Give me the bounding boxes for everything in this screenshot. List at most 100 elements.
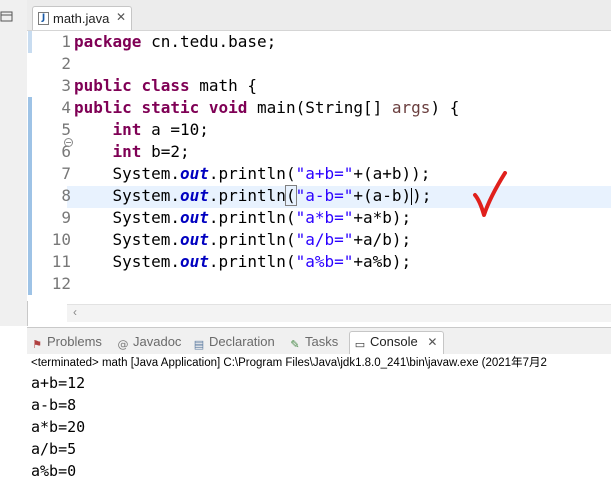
field-token: out xyxy=(179,164,209,183)
tab-declaration[interactable]: ▤ Declaration xyxy=(193,332,275,352)
red-checkmark-annotation xyxy=(473,171,507,217)
code-token: System. xyxy=(74,164,180,183)
field-token: out xyxy=(179,230,209,249)
console-icon: ▭ xyxy=(354,338,366,351)
console-output-line: a%b=0 xyxy=(31,462,77,480)
code-token: System. xyxy=(74,230,180,249)
java-file-icon: J xyxy=(38,12,49,25)
tab-tasks-label: Tasks xyxy=(305,334,339,349)
code-token: +a*b); xyxy=(353,208,412,227)
code-token: ( xyxy=(284,185,297,206)
code-token: +a/b); xyxy=(353,230,412,249)
code-line: package cn.tedu.base; xyxy=(74,31,276,53)
line-number: 12 xyxy=(51,274,71,293)
code-line: System.out.println("a+b="+(a+b)); xyxy=(74,163,431,185)
tab-tasks[interactable]: ✎ Tasks xyxy=(289,332,338,352)
code-token: args xyxy=(391,98,431,117)
line-number: 9 xyxy=(61,208,71,227)
string-token: "a-b=" xyxy=(295,186,354,205)
close-icon[interactable]: ✕ xyxy=(116,10,126,24)
tab-javadoc[interactable]: @ Javadoc xyxy=(117,332,182,352)
code-editor[interactable]: 1 2 3 4 5 6 7 8 9 10 11 12 − package cn.tedu.base; p… xyxy=(27,31,611,322)
code-token: math { xyxy=(189,76,258,95)
code-token: .println( xyxy=(208,164,296,183)
console-output-line: a*b=20 xyxy=(31,418,86,436)
left-panel-edge xyxy=(0,0,28,326)
line-number: 10 xyxy=(51,230,71,249)
field-token: out xyxy=(179,186,209,205)
code-line: System.out.println("a-b="+(a-b)); xyxy=(74,185,431,207)
keyword-token: public xyxy=(74,76,132,95)
tab-console[interactable]: ▭ Console ✕ xyxy=(349,331,445,355)
line-number: 2 xyxy=(61,54,71,73)
string-token: "a%b=" xyxy=(295,252,354,271)
tab-math-java[interactable]: J math.java ✕ xyxy=(32,6,132,30)
code-token: main(String[] xyxy=(247,98,392,117)
bottom-view-tab-bar: ⚑ Problems @ Javadoc ▤ Declaration ✎ Tasks ▭… xyxy=(27,327,611,355)
code-token: ); xyxy=(412,186,432,205)
code-token: System. xyxy=(74,208,180,227)
console-output-line: a+b=12 xyxy=(31,374,86,392)
keyword-token: int xyxy=(112,120,142,139)
code-line: System.out.println("a/b="+a/b); xyxy=(74,229,412,251)
console-output-line: a/b=5 xyxy=(31,440,77,458)
keyword-token: void xyxy=(208,98,248,117)
code-token: a =10; xyxy=(141,120,209,139)
close-icon[interactable]: ✕ xyxy=(427,335,437,349)
keyword-token: class xyxy=(141,76,190,95)
code-token: +(a+b)); xyxy=(353,164,431,183)
code-token: System. xyxy=(74,186,180,205)
field-token: out xyxy=(179,252,209,271)
fold-collapse-icon[interactable]: − xyxy=(64,138,73,147)
editor-tab-bar: J math.java ✕ xyxy=(27,0,611,31)
code-line: int a =10; xyxy=(74,119,209,141)
console-output-line: a-b=8 xyxy=(31,396,77,414)
tasks-icon: ✎ xyxy=(290,338,300,351)
keyword-token: int xyxy=(112,142,142,161)
code-token: b=2; xyxy=(141,142,190,161)
keyword-token: package xyxy=(74,32,142,51)
javadoc-icon: @ xyxy=(117,338,129,351)
code-line: System.out.println("a%b="+a%b); xyxy=(74,251,412,273)
line-number: 7 xyxy=(61,164,71,183)
code-token: .println( xyxy=(208,208,296,227)
tab-declaration-label: Declaration xyxy=(209,334,275,349)
code-token: .println( xyxy=(208,230,296,249)
field-token: out xyxy=(179,208,209,227)
line-number: 4 xyxy=(61,98,71,117)
tab-label: math.java xyxy=(53,11,110,26)
console-status-line: <terminated> math [Java Application] C:\… xyxy=(27,354,611,372)
code-line: int b=2; xyxy=(74,141,190,163)
tab-javadoc-label: Javadoc xyxy=(133,334,182,349)
line-number: 3 xyxy=(61,76,71,95)
declaration-icon: ▤ xyxy=(193,338,205,351)
code-token: +(a-b) xyxy=(353,186,412,205)
keyword-token: static xyxy=(141,98,200,117)
scroll-left-icon[interactable]: ‹ xyxy=(73,305,77,319)
tab-problems-label: Problems xyxy=(47,334,102,349)
code-line: System.out.println("a*b="+a*b); xyxy=(74,207,412,229)
code-token: System. xyxy=(74,252,180,271)
keyword-token: public xyxy=(74,98,132,117)
line-number: 8 xyxy=(61,186,71,205)
string-token: "a/b=" xyxy=(295,230,354,249)
tab-problems[interactable]: ⚑ Problems xyxy=(31,332,102,352)
string-token: "a*b=" xyxy=(295,208,354,227)
code-token: ) { xyxy=(430,98,460,117)
line-number: 11 xyxy=(51,252,71,271)
minimize-icon[interactable] xyxy=(0,10,14,24)
code-token: +a%b); xyxy=(353,252,412,271)
code-token: cn.tedu.base; xyxy=(141,32,277,51)
change-ruler xyxy=(27,31,33,301)
code-line: public static void main(String[] args) { xyxy=(74,97,459,119)
code-token: .println( xyxy=(208,252,296,271)
string-token: "a+b=" xyxy=(295,164,354,183)
horizontal-scrollbar[interactable]: ‹ xyxy=(67,304,611,322)
code-token: .println xyxy=(208,186,286,205)
console-output[interactable]: a+b=12 a-b=8 a*b=20 a/b=5 a%b=0 xyxy=(27,372,611,484)
